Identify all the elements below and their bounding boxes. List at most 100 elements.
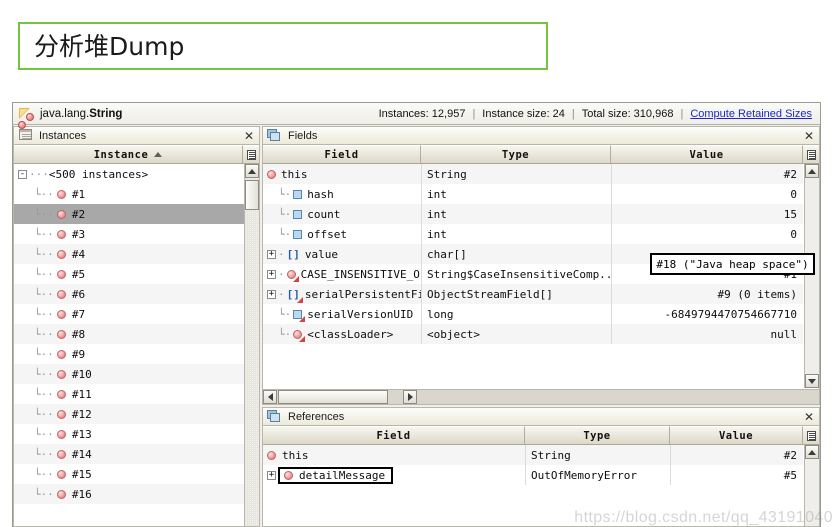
references-close-icon[interactable]: ✕ xyxy=(804,411,814,423)
references-column-config-button[interactable] xyxy=(803,426,819,445)
list-item[interactable]: └·· #16 xyxy=(14,484,244,504)
references-panel: References ✕ Field Type Value this String… xyxy=(262,407,820,527)
field-name: CASE_INSENSITIVE_OI xyxy=(300,267,421,281)
list-item[interactable]: └·· #13 xyxy=(14,424,244,444)
table-row[interactable]: this String #2 xyxy=(263,164,803,184)
expand-collapse-icon[interactable]: - xyxy=(18,169,27,179)
expand-collapse-icon[interactable]: + xyxy=(267,470,276,480)
table-row[interactable]: + detailMessage OutOfMemoryError #5 xyxy=(263,465,803,485)
instances-scroll-thumb[interactable] xyxy=(245,180,259,210)
fields-vertical-scrollbar[interactable] xyxy=(804,164,819,388)
tree-guide: └· xyxy=(278,327,292,341)
annotation-value-callout: #18 ("Java heap space") xyxy=(650,253,815,275)
list-item[interactable]: └·· #12 xyxy=(14,404,244,424)
instance-label: #9 xyxy=(71,347,86,361)
array-icon: [] xyxy=(287,289,303,303)
chevron-up-icon xyxy=(808,449,816,455)
fields-scroll-up-button[interactable] xyxy=(805,164,819,178)
fields-scroll-right-button[interactable] xyxy=(403,390,417,404)
list-item[interactable]: └·· #6 xyxy=(14,284,244,304)
instances-vertical-scrollbar[interactable] xyxy=(244,164,259,526)
value-text: -6849794470754667710 xyxy=(664,307,797,321)
primitive-square-icon xyxy=(293,229,303,239)
list-item[interactable]: └·· #3 xyxy=(14,224,244,244)
fields-horizontal-scrollbar[interactable] xyxy=(263,389,819,404)
page-title: 分析堆Dump xyxy=(34,31,185,61)
instance-cell: └·· #12 xyxy=(14,404,244,424)
field-cell: └· count xyxy=(263,204,421,224)
field-cell: this xyxy=(263,164,421,184)
tree-guide: └·· xyxy=(34,427,54,441)
tree-guide: └· xyxy=(278,227,292,241)
class-summary-bar: java.lang.String Instances: 12,957 | Ins… xyxy=(13,103,820,125)
expand-collapse-icon[interactable]: + xyxy=(267,269,276,279)
ref-value-cell: #5 xyxy=(670,465,803,485)
list-item[interactable]: └·· #5 xyxy=(14,264,244,284)
expand-collapse-icon[interactable]: + xyxy=(267,249,276,259)
list-item[interactable]: └·· #4 xyxy=(14,244,244,264)
compute-retained-sizes-link[interactable]: Compute Retained Sizes xyxy=(690,108,812,120)
expand-collapse-icon[interactable]: + xyxy=(267,289,276,299)
table-row[interactable]: └· <classLoader> <object> null xyxy=(263,324,803,344)
object-dot-icon xyxy=(56,449,66,459)
instance-cell: └·· #7 xyxy=(14,304,244,324)
object-dot-icon xyxy=(56,269,66,279)
instance-cell: └·· #1 xyxy=(14,184,244,204)
field-name: value xyxy=(304,247,338,261)
ref-column-header-type[interactable]: Type xyxy=(525,426,670,445)
table-row[interactable]: └· serialVersionUID long -68497944707546677… xyxy=(263,304,803,324)
table-row[interactable]: + ·[] serialPersistentFi ObjectStreamField[… xyxy=(263,284,803,304)
fields-hscroll-thumb[interactable] xyxy=(278,390,388,404)
object-dot-icon xyxy=(56,489,66,499)
tree-guide: └·· xyxy=(34,287,54,301)
column-header-value[interactable]: Value xyxy=(611,145,803,164)
static-marker-icon xyxy=(299,315,306,322)
object-dot-icon xyxy=(267,169,276,179)
list-item[interactable]: └·· #10 xyxy=(14,364,244,384)
list-item[interactable]: └·· #11 xyxy=(14,384,244,404)
ref-column-header-value[interactable]: Value xyxy=(670,426,803,445)
references-vertical-scrollbar[interactable] xyxy=(804,445,819,526)
table-row[interactable]: └· hash int 0 xyxy=(263,184,803,204)
list-item[interactable]: └·· #8 xyxy=(14,324,244,344)
column-header-field[interactable]: Field xyxy=(263,145,421,164)
field-name: count xyxy=(307,207,341,221)
primitive-square-icon xyxy=(293,209,303,219)
field-cell: └· <classLoader> xyxy=(263,324,421,344)
instances-root-row[interactable]: - ··· <500 instances> xyxy=(14,164,244,184)
instance-cell: └·· #13 xyxy=(14,424,244,444)
fields-scroll-left-button[interactable] xyxy=(263,390,277,404)
fields-close-icon[interactable]: ✕ xyxy=(804,130,814,142)
table-row[interactable]: this String #2 xyxy=(263,445,803,465)
table-row[interactable]: └· count int 15 xyxy=(263,204,803,224)
fields-scroll-down-button[interactable] xyxy=(805,374,819,388)
fields-column-config-button[interactable] xyxy=(803,145,819,164)
instances-scroll-up-button[interactable] xyxy=(245,164,259,178)
class-icon xyxy=(19,107,34,121)
ref-value-text: #5 xyxy=(783,468,797,482)
list-item[interactable]: └·· #2 xyxy=(14,204,244,224)
tree-guide: └· xyxy=(278,187,292,201)
instance-label: #10 xyxy=(71,367,92,381)
ref-column-header-field[interactable]: Field xyxy=(263,426,525,445)
column-config-icon xyxy=(806,149,816,160)
column-header-instance[interactable]: Instance xyxy=(14,145,243,164)
tree-guide: └·· xyxy=(34,447,54,461)
tree-guide: └·· xyxy=(34,347,54,361)
column-header-type[interactable]: Type xyxy=(421,145,611,164)
instances-close-icon[interactable]: ✕ xyxy=(244,130,254,142)
instance-cell: └·· #8 xyxy=(14,324,244,344)
type-cell: int xyxy=(421,184,611,204)
ref-value-cell: #2 xyxy=(670,445,803,465)
list-item[interactable]: └·· #1 xyxy=(14,184,244,204)
references-scroll-up-button[interactable] xyxy=(805,445,819,459)
stat-separator-2: | xyxy=(571,108,575,120)
references-table-body: this String #2 + detailMessage OutOfMemoryErr… xyxy=(262,445,820,527)
list-item[interactable]: └·· #14 xyxy=(14,444,244,464)
instances-column-config-button[interactable] xyxy=(243,145,259,164)
table-row[interactable]: └· offset int 0 xyxy=(263,224,803,244)
list-item[interactable]: └·· #15 xyxy=(14,464,244,484)
ref-type-cell: OutOfMemoryError xyxy=(525,465,670,485)
list-item[interactable]: └·· #7 xyxy=(14,304,244,324)
list-item[interactable]: └·· #9 xyxy=(14,344,244,364)
